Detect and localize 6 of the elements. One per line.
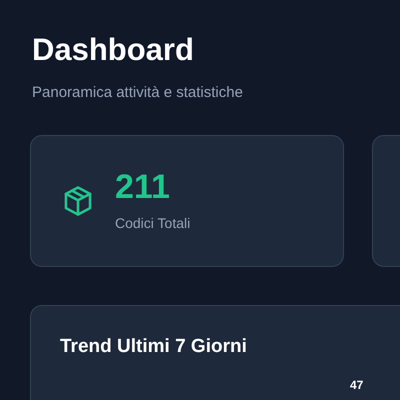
page-title: Dashboard — [32, 31, 194, 69]
data-label: 47 — [350, 376, 364, 394]
page-subtitle: Panoramica attività e statistiche — [32, 83, 243, 103]
stat-label: Codici Totali — [115, 214, 190, 233]
chart-title: Trend Ultimi 7 Giorni — [60, 334, 247, 358]
stat-value: 211 — [115, 167, 170, 207]
